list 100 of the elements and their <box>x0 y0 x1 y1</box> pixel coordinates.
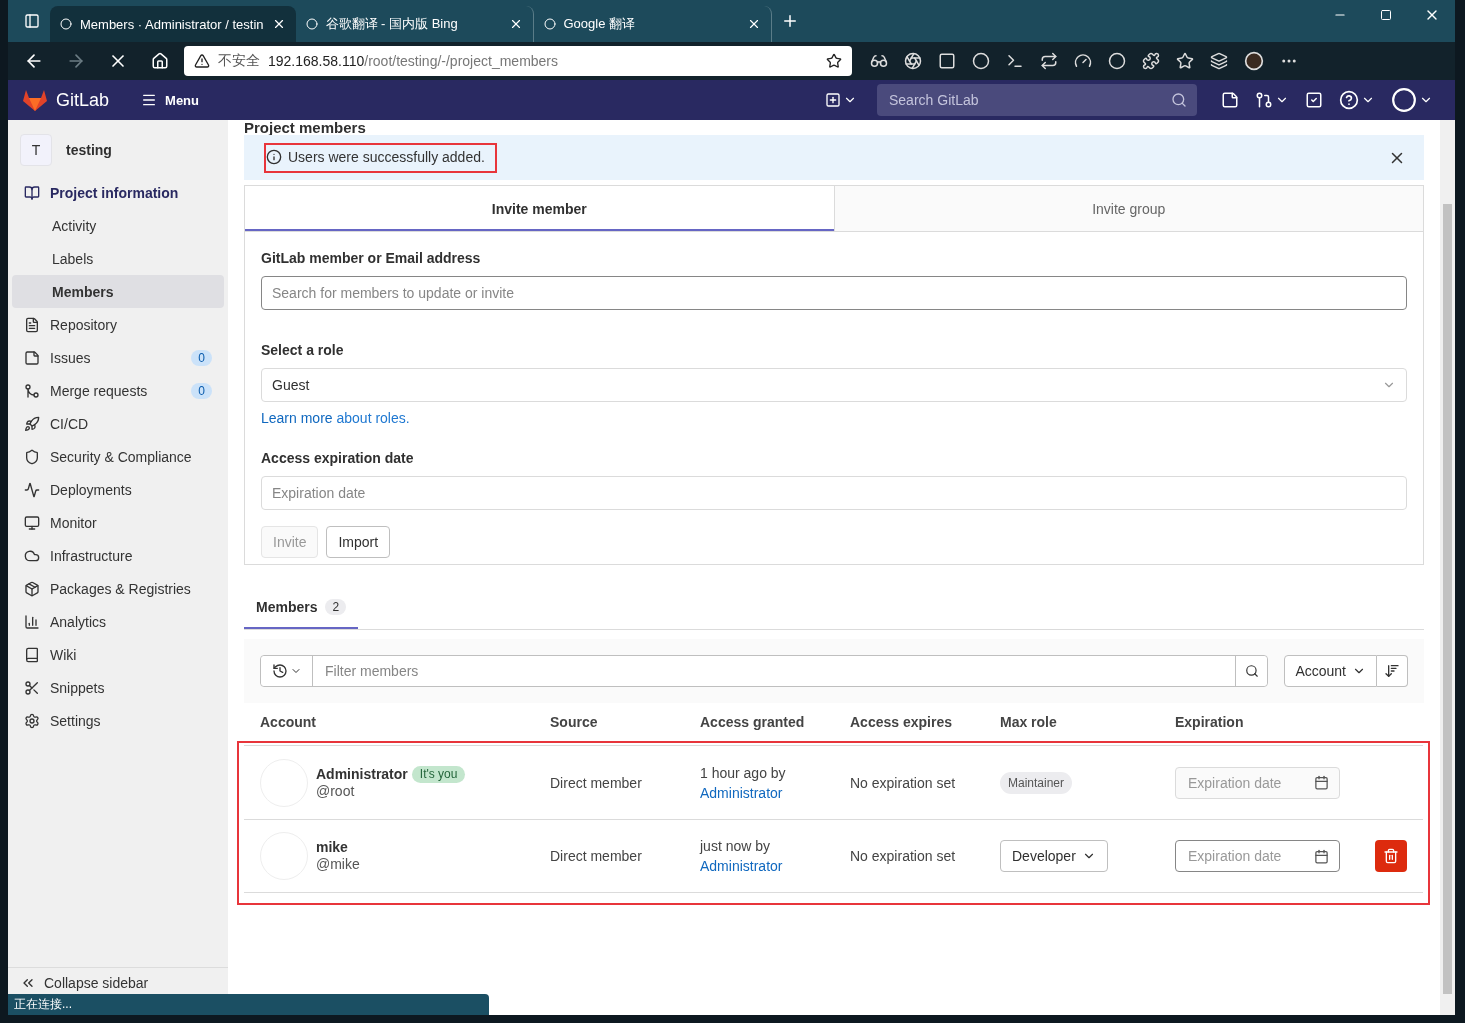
sidebar-item[interactable]: Snippets <box>12 671 224 704</box>
granted-by-link[interactable]: Administrator <box>700 782 850 803</box>
sidebar-item-label: Members <box>52 283 115 300</box>
sort-icon <box>1384 663 1400 679</box>
sidebar-item-label: Settings <box>50 712 102 729</box>
sidebar-item[interactable]: Packages & Registries <box>12 572 224 605</box>
sidebar-item[interactable]: Infrastructure <box>12 539 224 572</box>
address-bar[interactable]: 不安全 192.168.58.110/root/testing/-/project_members <box>184 46 852 76</box>
self-badge: It's you <box>411 765 466 783</box>
circle-icon[interactable] <box>1108 52 1126 70</box>
favorite-icon[interactable] <box>826 53 842 69</box>
sidebar-item[interactable]: Settings <box>12 704 224 737</box>
sidebar-item[interactable]: Issues 0 <box>12 341 224 374</box>
help-icon <box>1339 90 1359 110</box>
count-badge: 2 <box>325 599 347 615</box>
sidebar-item[interactable]: Security & Compliance <box>12 440 224 473</box>
rocket-icon <box>24 415 40 432</box>
date-picker[interactable]: Expiration date <box>1175 840 1340 872</box>
sort-direction-button[interactable] <box>1377 655 1408 687</box>
field-label: GitLab member or Email address <box>261 250 482 266</box>
sort-dropdown[interactable]: Account <box>1284 655 1377 687</box>
profile-avatar[interactable] <box>1244 51 1264 71</box>
book-icon <box>24 646 40 663</box>
checkbox-icon <box>1305 91 1323 109</box>
column-header: Access expires <box>850 714 953 730</box>
table-cell-text: No expiration set <box>850 774 957 791</box>
sidebar-item[interactable]: Project information <box>12 176 224 209</box>
scrollbar[interactable] <box>1440 120 1455 1015</box>
learn-more-link[interactable]: Learn more <box>261 410 333 426</box>
member-name[interactable]: mike <box>316 839 348 856</box>
column-header: Account <box>260 714 317 730</box>
table-cell-text: Direct member <box>550 848 643 864</box>
tab[interactable]: Invite member <box>245 186 835 231</box>
sidebar-item-label: Wiki <box>50 646 78 663</box>
scissors-icon <box>24 679 40 696</box>
sidebar-item-label: Repository <box>50 316 118 333</box>
tab-title: Members · Administrator / testin <box>80 16 264 32</box>
count-badge: 0 <box>191 382 212 399</box>
sidebar-item[interactable]: Monitor <box>12 506 224 539</box>
role-dropdown[interactable]: Developer <box>1000 840 1108 872</box>
sidebar-item[interactable]: Wiki <box>12 638 224 671</box>
granted-by-link[interactable]: Administrator <box>700 856 850 876</box>
help-text: Learn more about roles. <box>261 410 411 426</box>
delete-button[interactable] <box>1375 840 1407 872</box>
history-icon <box>271 663 288 679</box>
gitlab-brand[interactable]: GitLab <box>22 88 110 112</box>
tab[interactable]: Invite group <box>834 186 1423 231</box>
calendar-icon <box>1314 848 1329 864</box>
gauge-icon[interactable] <box>1074 52 1092 70</box>
browser-tab[interactable]: Members · Administrator / testin <box>50 6 296 42</box>
maximize-icon <box>1380 9 1392 21</box>
favorites-icon[interactable] <box>1176 52 1194 70</box>
collections-icon[interactable] <box>1210 52 1228 70</box>
sidebar-item[interactable]: Deployments <box>12 473 224 506</box>
menu-button[interactable]: Menu <box>135 91 205 109</box>
search-icon <box>1244 664 1259 678</box>
warning-icon <box>194 53 210 69</box>
member-username: @root <box>316 782 356 800</box>
sidebar-item[interactable]: Members <box>12 275 224 308</box>
sidebar-item[interactable]: CI/CD <box>12 407 224 440</box>
alert-message: Users were successfully added. <box>288 148 485 165</box>
book-icon <box>24 184 40 201</box>
tab[interactable]: Members 2 <box>244 585 359 629</box>
member-username: @mike <box>316 856 360 873</box>
member-name[interactable]: Administrator <box>316 765 408 783</box>
search-button[interactable] <box>1235 656 1268 686</box>
terminal-icon[interactable] <box>1006 52 1024 70</box>
security-label: 不安全 <box>218 52 260 70</box>
sidebar-item[interactable]: Merge requests 0 <box>12 374 224 407</box>
shield-icon <box>24 448 40 465</box>
date-field[interactable]: Expiration date <box>261 476 1407 510</box>
circle-icon[interactable] <box>972 52 990 70</box>
column-header: Expiration <box>1175 714 1245 730</box>
table-cell-text: 1 hour ago by <box>700 763 787 783</box>
aperture-icon[interactable] <box>904 52 922 70</box>
role-select[interactable]: Guest <box>261 368 1407 402</box>
square-icon[interactable] <box>938 52 956 70</box>
member-search-field[interactable]: Search for members to update or invite <box>261 276 1407 310</box>
repeat-icon[interactable] <box>1040 52 1058 70</box>
sidebar-item-label: Activity <box>52 217 98 234</box>
history-button[interactable] <box>261 656 313 686</box>
sidebar-item[interactable]: Activity <box>12 209 224 242</box>
info-icon <box>266 148 282 165</box>
sidebar-item-label: Analytics <box>50 613 108 630</box>
sidebar-item-label: CI/CD <box>50 415 90 432</box>
sidebar-item-label: Project information <box>50 184 180 201</box>
date-input[interactable]: Expiration date <box>1186 847 1314 865</box>
puzzle-icon[interactable] <box>1142 52 1160 70</box>
sidebar-item[interactable]: Labels <box>12 242 224 275</box>
search-input[interactable]: Search GitLab <box>887 91 1171 109</box>
project-name[interactable]: testing <box>66 142 112 158</box>
issue-icon <box>1221 91 1239 109</box>
sidebar-item[interactable]: Repository <box>12 308 224 341</box>
user-avatar <box>1391 87 1417 113</box>
brand-name: GitLab <box>56 89 110 111</box>
sidebar-item[interactable]: Analytics <box>12 605 224 638</box>
import-button[interactable]: Import <box>326 526 391 558</box>
search-bar[interactable]: Search GitLab <box>877 84 1197 116</box>
package-icon <box>24 580 40 597</box>
glasses-icon[interactable] <box>870 52 888 70</box>
